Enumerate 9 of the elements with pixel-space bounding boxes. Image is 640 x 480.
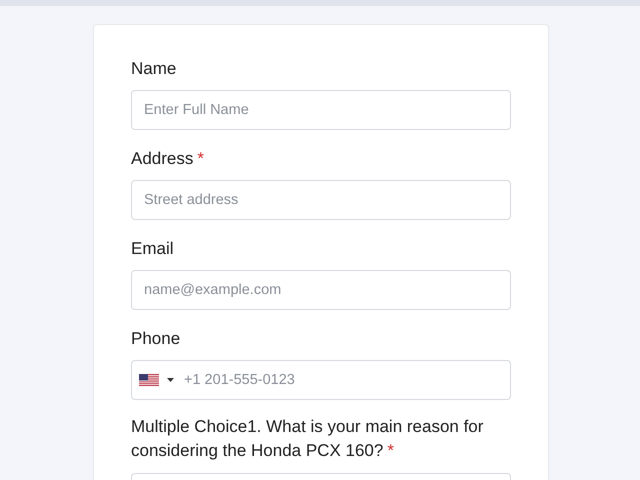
- field-label: Phone: [131, 328, 182, 350]
- phone-field[interactable]: +1 201-555-0123: [131, 360, 511, 400]
- field-label: Email: [131, 238, 175, 260]
- field-label: Address *: [131, 148, 205, 170]
- input-field[interactable]: name@example.com: [131, 270, 511, 310]
- field-label: Name: [131, 58, 178, 80]
- input-field[interactable]: Enter Full Name: [131, 90, 511, 130]
- field-label: Multiple Choice1. What is your main reason for considering the Honda PCX 160? *: [131, 416, 484, 462]
- input-field[interactable]: Street address: [131, 180, 511, 220]
